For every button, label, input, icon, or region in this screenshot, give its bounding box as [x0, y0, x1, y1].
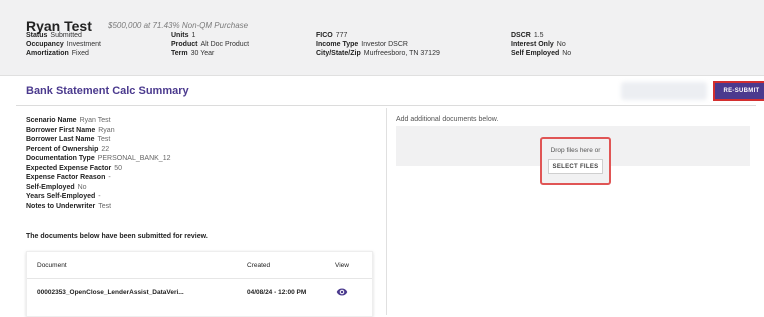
page-title: Bank Statement Calc Summary — [26, 85, 189, 97]
detail-row: Notes to Underwriter Test — [26, 202, 112, 210]
summary-field-income-type: Income Type Investor DSCR — [316, 41, 408, 48]
column-header-created: Created — [247, 262, 271, 269]
scenario-details: Scenario Name Ryan Test Borrower First Na… — [26, 116, 170, 211]
summary-column-4: DSCR 1.5 Interest Only No Self Employed No — [511, 31, 571, 58]
documents-table: Document Created View 00002353_OpenClose… — [26, 251, 373, 317]
detail-row: Scenario Name Ryan Test — [26, 117, 111, 124]
summary-field-term: Term 30 Year — [171, 50, 215, 57]
summary-field-interest-only: Interest Only No — [511, 41, 566, 48]
upload-instruction: Add additional documents below. — [396, 116, 499, 123]
summary-field-amortization: Amortization Fixed — [26, 50, 89, 57]
loan-summary-header: Ryan Test $500,000 at 71.43% Non-QM Purc… — [0, 0, 764, 76]
calc-summary-panel: Scenario Name Ryan Test Borrower First Na… — [16, 108, 387, 317]
loan-description: $500,000 at 71.43% Non-QM Purchase — [108, 21, 249, 30]
detail-row: Years Self-Employed - — [26, 193, 101, 200]
document-created-cell: 04/08/24 - 12:00 PM — [247, 289, 307, 296]
summary-field-units: Units 1 — [171, 32, 196, 39]
detail-row: Borrower First Name Ryan — [26, 126, 115, 134]
summary-field-product: Product Alt Doc Product — [171, 41, 250, 48]
detail-row: Borrower Last Name Test — [26, 136, 111, 143]
column-header-document: Document — [37, 262, 67, 269]
summary-field-city-state-zip: City/State/Zip Murfreesboro, TN 37129 — [316, 50, 440, 57]
summary-field-occupancy: Occupancy Investment — [26, 41, 101, 48]
document-name-cell[interactable]: 00002353_OpenClose_LenderAssist_DataVeri… — [37, 289, 184, 296]
section-title-bar: Bank Statement Calc Summary RE-SUBMIT — [16, 78, 764, 106]
summary-field-dscr: DSCR 1.5 — [511, 32, 544, 39]
redacted-field — [621, 82, 707, 100]
summary-field-fico: FICO 777 — [316, 32, 348, 39]
detail-row: Percent of Ownership 22 — [26, 145, 110, 153]
summary-column-3: FICO 777 Income Type Investor DSCR City/St… — [316, 31, 440, 58]
column-header-view: View — [335, 262, 349, 269]
select-files-button[interactable]: SELECT FILES — [548, 159, 603, 174]
drop-text: Drop files here or — [550, 147, 601, 154]
summary-column-1: Status Submitted Occupancy Investment Amor… — [26, 31, 101, 58]
detail-row: Documentation Type PERSONAL_BANK_12 — [26, 155, 171, 162]
summary-field-self-employed: Self Employed No — [511, 50, 572, 57]
table-divider — [27, 278, 372, 279]
resubmit-button[interactable]: RE-SUBMIT — [713, 81, 764, 101]
detail-row: Expected Expense Factor 50 — [26, 164, 122, 172]
detail-row: Self-Employed No — [26, 183, 87, 191]
summary-field-status: Status Submitted — [26, 32, 82, 39]
drop-highlight-box[interactable]: Drop files here or SELECT FILES — [540, 137, 611, 185]
eye-icon[interactable] — [336, 286, 348, 298]
detail-row: Expense Factor Reason - — [26, 174, 111, 181]
summary-column-2: Units 1 Product Alt Doc Product Term 30 Yea… — [171, 31, 249, 58]
submitted-message: The documents below have been submitted … — [26, 233, 208, 240]
